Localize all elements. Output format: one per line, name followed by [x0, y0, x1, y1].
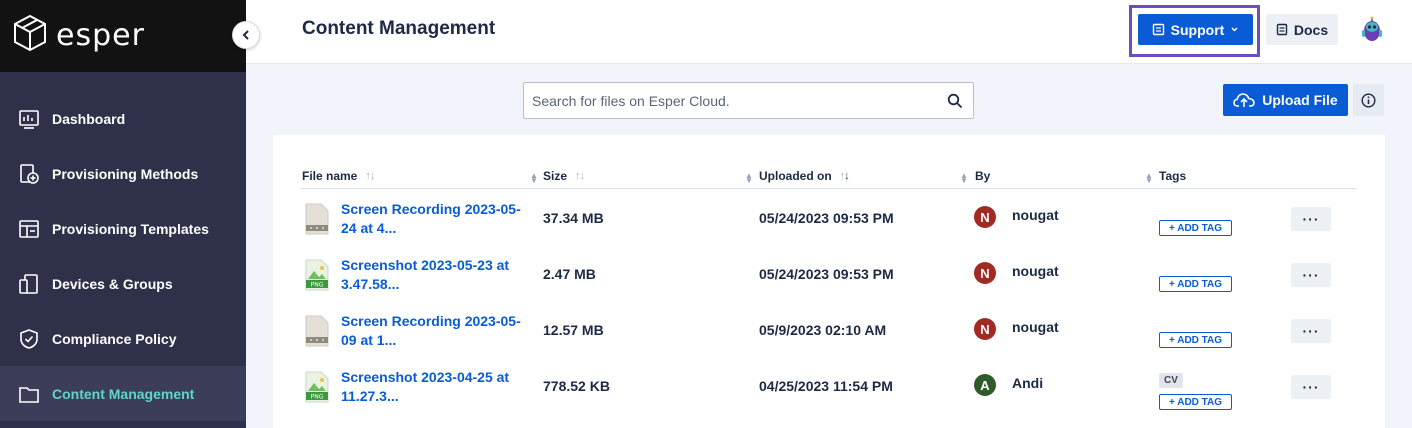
sort-icon[interactable]: ↑↓: [575, 170, 585, 182]
provisioning-methods-icon: [20, 163, 39, 184]
sidebar-nav: Dashboard Provisioning Methods Provision…: [0, 91, 246, 421]
more-actions-button[interactable]: ···: [1291, 263, 1331, 287]
info-icon: [1361, 92, 1376, 108]
uploaded-date: 05/24/2023 09:53 PM: [759, 210, 894, 226]
column-header-size[interactable]: Size ↑↓: [543, 169, 585, 183]
add-tag-button[interactable]: + ADD TAG: [1159, 276, 1232, 292]
support-button[interactable]: Support: [1138, 14, 1253, 45]
sidebar: esper Dashboard Provisioning Methods Pro…: [0, 0, 246, 428]
more-actions-button[interactable]: ···: [1291, 207, 1331, 231]
video-file-icon: [305, 203, 329, 235]
table-row[interactable]: PNG Screenshot 2023-05-23 at 3.47.58... 2…: [273, 247, 1385, 303]
sidebar-collapse-button[interactable]: [232, 21, 260, 49]
column-resize-handle[interactable]: ▲ ▼: [1145, 172, 1153, 185]
user-avatar-icon[interactable]: [1358, 16, 1386, 44]
uploaded-date: 05/9/2023 02:10 AM: [759, 322, 887, 338]
uploaded-date: 04/25/2023 11:54 PM: [759, 378, 893, 394]
docs-button[interactable]: Docs: [1266, 14, 1338, 45]
avatar: N: [974, 318, 996, 340]
file-name-link[interactable]: Screen Recording 2023-05- 09 at 1...: [341, 312, 531, 350]
file-size: 2.47 MB: [543, 266, 596, 282]
upload-label: Upload File: [1262, 92, 1338, 108]
sort-desc-icon[interactable]: ↑↓: [840, 170, 850, 182]
column-header-uploaded-on[interactable]: Uploaded on ↑↓: [759, 169, 850, 183]
shield-icon: [20, 328, 38, 349]
png-file-icon: PNG: [305, 259, 329, 291]
svg-text:PNG: PNG: [311, 394, 324, 401]
uploader-name: nougat: [1012, 207, 1059, 223]
sidebar-item-label: Provisioning Methods: [52, 165, 199, 182]
folder-icon: [19, 386, 39, 403]
sidebar-item-devices-groups[interactable]: Devices & Groups: [0, 256, 246, 311]
search-input[interactable]: [524, 83, 934, 118]
column-header-by: By: [975, 169, 991, 183]
upload-file-button[interactable]: Upload File: [1223, 84, 1348, 116]
uploader-name: nougat: [1012, 263, 1059, 279]
file-size: 12.57 MB: [543, 322, 604, 338]
header-divider: [301, 188, 1357, 189]
support-doc-icon: [1152, 23, 1164, 36]
more-actions-button[interactable]: ···: [1291, 319, 1331, 343]
sort-icon[interactable]: ↑↓: [365, 170, 375, 182]
brand-wordmark: esper: [56, 18, 145, 53]
info-button[interactable]: [1353, 84, 1384, 116]
file-name-link[interactable]: Screen Recording 2023-05- 24 at 4...: [341, 200, 531, 238]
files-table: File name ↑↓ ▲ ▼ Size ↑↓ ▲ ▼ Uploaded on ↑…: [273, 135, 1385, 428]
support-label: Support: [1170, 21, 1225, 38]
avatar: A: [974, 374, 996, 396]
uploaded-date: 05/24/2023 09:53 PM: [759, 266, 894, 282]
sidebar-item-dashboard[interactable]: Dashboard: [0, 91, 246, 146]
column-header-file-name[interactable]: File name ↑↓: [302, 169, 375, 183]
search-icon[interactable]: [947, 93, 963, 109]
sidebar-item-label: Devices & Groups: [52, 275, 173, 292]
sidebar-item-content-management[interactable]: Content Management: [0, 366, 246, 421]
file-size: 37.34 MB: [543, 210, 604, 226]
sidebar-item-provisioning-methods[interactable]: Provisioning Methods: [0, 146, 246, 201]
sidebar-item-label: Dashboard: [52, 110, 126, 127]
docs-label: Docs: [1293, 21, 1329, 38]
chevron-left-icon: [242, 30, 249, 40]
page-title: Content Management: [302, 18, 496, 39]
svg-text:PNG: PNG: [311, 282, 324, 289]
file-search-field[interactable]: [523, 82, 974, 119]
brand-header: esper: [0, 0, 246, 72]
avatar: N: [974, 262, 996, 284]
uploader-name: Andi: [1012, 375, 1044, 391]
more-actions-button[interactable]: ···: [1291, 375, 1331, 399]
page-header: Content Management Support Docs: [246, 0, 1412, 64]
tag-chip[interactable]: CV: [1159, 373, 1183, 388]
add-tag-button[interactable]: + ADD TAG: [1159, 220, 1232, 236]
uploader-name: nougat: [1012, 319, 1059, 335]
table-row[interactable]: Screen Recording 2023-05- 09 at 1... 12.5…: [273, 303, 1385, 359]
docs-icon: [1276, 23, 1288, 36]
column-resize-handle[interactable]: ▲ ▼: [745, 172, 753, 185]
cloud-upload-icon: [1233, 93, 1256, 107]
dashboard-icon: [19, 109, 39, 129]
file-name-link[interactable]: Screenshot 2023-05-23 at 3.47.58...: [341, 256, 531, 294]
video-file-icon: [305, 315, 329, 347]
avatar: N: [974, 206, 996, 228]
table-row[interactable]: PNG Screenshot 2023-04-25 at 11.27.3... 7…: [273, 359, 1385, 415]
add-tag-button[interactable]: + ADD TAG: [1159, 332, 1232, 348]
png-file-icon: PNG: [305, 371, 329, 403]
column-resize-handle[interactable]: ▲ ▼: [530, 172, 538, 185]
file-size: 778.52 KB: [543, 378, 610, 394]
sidebar-item-label: Provisioning Templates: [52, 220, 209, 237]
sidebar-item-provisioning-templates[interactable]: Provisioning Templates: [0, 201, 246, 256]
column-header-tags: Tags: [1159, 169, 1187, 183]
sidebar-item-label: Compliance Policy: [52, 330, 177, 347]
sidebar-item-compliance-policy[interactable]: Compliance Policy: [0, 311, 246, 366]
column-resize-handle[interactable]: ▲ ▼: [960, 172, 968, 185]
add-tag-button[interactable]: + ADD TAG: [1159, 394, 1232, 410]
provisioning-templates-icon: [19, 219, 39, 238]
chevron-down-icon: [1231, 27, 1238, 32]
devices-icon: [19, 273, 38, 294]
file-name-link[interactable]: Screenshot 2023-04-25 at 11.27.3...: [341, 368, 531, 406]
esper-logo-icon: [14, 14, 46, 52]
sidebar-item-label: Content Management: [52, 385, 195, 402]
table-row[interactable]: Screen Recording 2023-05- 24 at 4... 37.3…: [273, 191, 1385, 247]
